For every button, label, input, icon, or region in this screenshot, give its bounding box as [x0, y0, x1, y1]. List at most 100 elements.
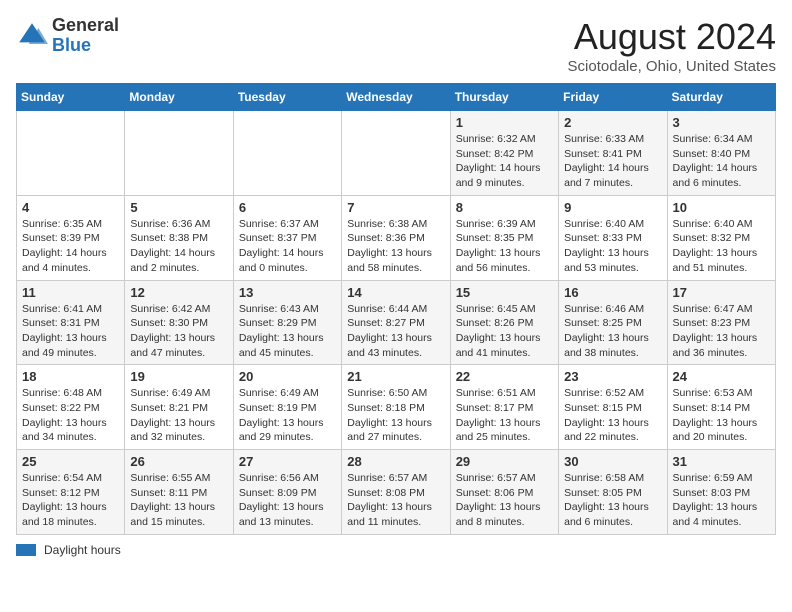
day-number: 21 [347, 369, 444, 384]
day-header: Tuesday [233, 84, 341, 111]
calendar-cell: 17Sunrise: 6:47 AM Sunset: 8:23 PM Dayli… [667, 280, 775, 365]
day-info: Sunrise: 6:59 AM Sunset: 8:03 PM Dayligh… [673, 471, 770, 530]
day-info: Sunrise: 6:50 AM Sunset: 8:18 PM Dayligh… [347, 386, 444, 445]
calendar-cell: 28Sunrise: 6:57 AM Sunset: 8:08 PM Dayli… [342, 450, 450, 535]
day-info: Sunrise: 6:34 AM Sunset: 8:40 PM Dayligh… [673, 132, 770, 191]
calendar-cell: 16 Sunrise: 6:46 AM Sunset: 8:25 PM Dayli… [559, 280, 667, 365]
day-number: 18 [22, 369, 119, 384]
day-info: Sunrise: 6:32 AM Sunset: 8:42 PM Dayligh… [456, 132, 553, 191]
calendar-header: SundayMondayTuesdayWednesdayThursdayFrid… [17, 84, 776, 111]
calendar-week-row: 4 Sunrise: 6:35 AM Sunset: 8:39 PM Daylig… [17, 195, 776, 280]
day-info: Sunrise: 6:41 AM Sunset: 8:31 PM Dayligh… [22, 302, 119, 361]
day-header: Thursday [450, 84, 558, 111]
calendar-cell: 21 Sunrise: 6:50 AM Sunset: 8:18 PM Dayli… [342, 365, 450, 450]
day-info: Sunrise: 6:43 AM Sunset: 8:29 PM Dayligh… [239, 302, 336, 361]
calendar-cell: 26 Sunrise: 6:55 AM Sunset: 8:11 PM Dayli… [125, 450, 233, 535]
day-info: Sunrise: 6:56 AM Sunset: 8:09 PM Dayligh… [239, 471, 336, 530]
day-number: 26 [130, 454, 227, 469]
calendar-cell: 12 Sunrise: 6:42 AM Sunset: 8:30 PM Dayli… [125, 280, 233, 365]
day-info: Sunrise: 6:52 AM Sunset: 8:15 PM Dayligh… [564, 386, 661, 445]
day-number: 30 [564, 454, 661, 469]
logo-blue: Blue [52, 35, 91, 55]
day-info: Sunrise: 6:48 AM Sunset: 8:22 PM Dayligh… [22, 386, 119, 445]
day-number: 6 [239, 200, 336, 215]
day-number: 20 [239, 369, 336, 384]
day-number: 25 [22, 454, 119, 469]
day-info: Sunrise: 6:57 AM Sunset: 8:08 PM Dayligh… [347, 471, 444, 530]
day-number: 27 [239, 454, 336, 469]
day-number: 12 [130, 285, 227, 300]
day-info: Sunrise: 6:53 AM Sunset: 8:14 PM Dayligh… [673, 386, 770, 445]
day-number: 11 [22, 285, 119, 300]
day-number: 14 [347, 285, 444, 300]
day-number: 2 [564, 115, 661, 130]
calendar-week-row: 11 Sunrise: 6:41 AM Sunset: 8:31 PM Dayli… [17, 280, 776, 365]
header: General Blue August 2024 Sciotodale, Ohi… [16, 16, 776, 75]
calendar-cell: 25 Sunrise: 6:54 AM Sunset: 8:12 PM Dayli… [17, 450, 125, 535]
day-info: Sunrise: 6:37 AM Sunset: 8:37 PM Dayligh… [239, 217, 336, 276]
day-info: Sunrise: 6:42 AM Sunset: 8:30 PM Dayligh… [130, 302, 227, 361]
calendar-cell: 10Sunrise: 6:40 AM Sunset: 8:32 PM Dayli… [667, 195, 775, 280]
calendar-cell: 8Sunrise: 6:39 AM Sunset: 8:35 PM Daylig… [450, 195, 558, 280]
calendar-cell: 20 Sunrise: 6:49 AM Sunset: 8:19 PM Dayli… [233, 365, 341, 450]
day-info: Sunrise: 6:33 AM Sunset: 8:41 PM Dayligh… [564, 132, 661, 191]
day-number: 29 [456, 454, 553, 469]
day-number: 31 [673, 454, 770, 469]
day-header: Sunday [17, 84, 125, 111]
calendar-cell: 7 Sunrise: 6:38 AM Sunset: 8:36 PM Daylig… [342, 195, 450, 280]
calendar-cell [233, 111, 341, 196]
day-info: Sunrise: 6:46 AM Sunset: 8:25 PM Dayligh… [564, 302, 661, 361]
day-info: Sunrise: 6:51 AM Sunset: 8:17 PM Dayligh… [456, 386, 553, 445]
day-info: Sunrise: 6:55 AM Sunset: 8:11 PM Dayligh… [130, 471, 227, 530]
day-info: Sunrise: 6:40 AM Sunset: 8:33 PM Dayligh… [564, 217, 661, 276]
day-number: 5 [130, 200, 227, 215]
calendar-week-row: 1 Sunrise: 6:32 AM Sunset: 8:42 PM Daylig… [17, 111, 776, 196]
calendar: SundayMondayTuesdayWednesdayThursdayFrid… [16, 83, 776, 535]
day-info: Sunrise: 6:35 AM Sunset: 8:39 PM Dayligh… [22, 217, 119, 276]
calendar-cell: 1 Sunrise: 6:32 AM Sunset: 8:42 PM Daylig… [450, 111, 558, 196]
day-info: Sunrise: 6:49 AM Sunset: 8:19 PM Dayligh… [239, 386, 336, 445]
logo-general: General [52, 15, 119, 35]
calendar-cell: 13 Sunrise: 6:43 AM Sunset: 8:29 PM Dayli… [233, 280, 341, 365]
day-info: Sunrise: 6:36 AM Sunset: 8:38 PM Dayligh… [130, 217, 227, 276]
calendar-cell: 29 Sunrise: 6:57 AM Sunset: 8:06 PM Dayli… [450, 450, 558, 535]
day-number: 13 [239, 285, 336, 300]
day-info: Sunrise: 6:57 AM Sunset: 8:06 PM Dayligh… [456, 471, 553, 530]
calendar-cell: 22 Sunrise: 6:51 AM Sunset: 8:17 PM Dayli… [450, 365, 558, 450]
title-area: August 2024 Sciotodale, Ohio, United Sta… [568, 16, 776, 75]
calendar-cell: 24 Sunrise: 6:53 AM Sunset: 8:14 PM Dayli… [667, 365, 775, 450]
day-number: 22 [456, 369, 553, 384]
day-info: Sunrise: 6:44 AM Sunset: 8:27 PM Dayligh… [347, 302, 444, 361]
calendar-cell: 30 Sunrise: 6:58 AM Sunset: 8:05 PM Dayli… [559, 450, 667, 535]
legend-color-box [16, 544, 36, 556]
day-number: 19 [130, 369, 227, 384]
calendar-cell: 4 Sunrise: 6:35 AM Sunset: 8:39 PM Daylig… [17, 195, 125, 280]
calendar-cell: 6 Sunrise: 6:37 AM Sunset: 8:37 PM Daylig… [233, 195, 341, 280]
calendar-cell: 3Sunrise: 6:34 AM Sunset: 8:40 PM Daylig… [667, 111, 775, 196]
calendar-cell: 31 Sunrise: 6:59 AM Sunset: 8:03 PM Dayli… [667, 450, 775, 535]
day-header: Friday [559, 84, 667, 111]
calendar-cell [17, 111, 125, 196]
day-header: Saturday [667, 84, 775, 111]
day-number: 7 [347, 200, 444, 215]
day-number: 15 [456, 285, 553, 300]
calendar-cell: 15Sunrise: 6:45 AM Sunset: 8:26 PM Dayli… [450, 280, 558, 365]
day-info: Sunrise: 6:38 AM Sunset: 8:36 PM Dayligh… [347, 217, 444, 276]
calendar-cell [125, 111, 233, 196]
day-number: 24 [673, 369, 770, 384]
calendar-week-row: 18 Sunrise: 6:48 AM Sunset: 8:22 PM Dayli… [17, 365, 776, 450]
day-number: 16 [564, 285, 661, 300]
day-info: Sunrise: 6:58 AM Sunset: 8:05 PM Dayligh… [564, 471, 661, 530]
calendar-cell [342, 111, 450, 196]
day-info: Sunrise: 6:54 AM Sunset: 8:12 PM Dayligh… [22, 471, 119, 530]
day-number: 1 [456, 115, 553, 130]
calendar-cell: 23Sunrise: 6:52 AM Sunset: 8:15 PM Dayli… [559, 365, 667, 450]
calendar-cell: 18 Sunrise: 6:48 AM Sunset: 8:22 PM Dayli… [17, 365, 125, 450]
calendar-week-row: 25 Sunrise: 6:54 AM Sunset: 8:12 PM Dayli… [17, 450, 776, 535]
legend: Daylight hours [16, 543, 776, 557]
day-number: 17 [673, 285, 770, 300]
day-number: 4 [22, 200, 119, 215]
day-info: Sunrise: 6:39 AM Sunset: 8:35 PM Dayligh… [456, 217, 553, 276]
calendar-cell: 14 Sunrise: 6:44 AM Sunset: 8:27 PM Dayli… [342, 280, 450, 365]
calendar-body: 1 Sunrise: 6:32 AM Sunset: 8:42 PM Daylig… [17, 111, 776, 535]
